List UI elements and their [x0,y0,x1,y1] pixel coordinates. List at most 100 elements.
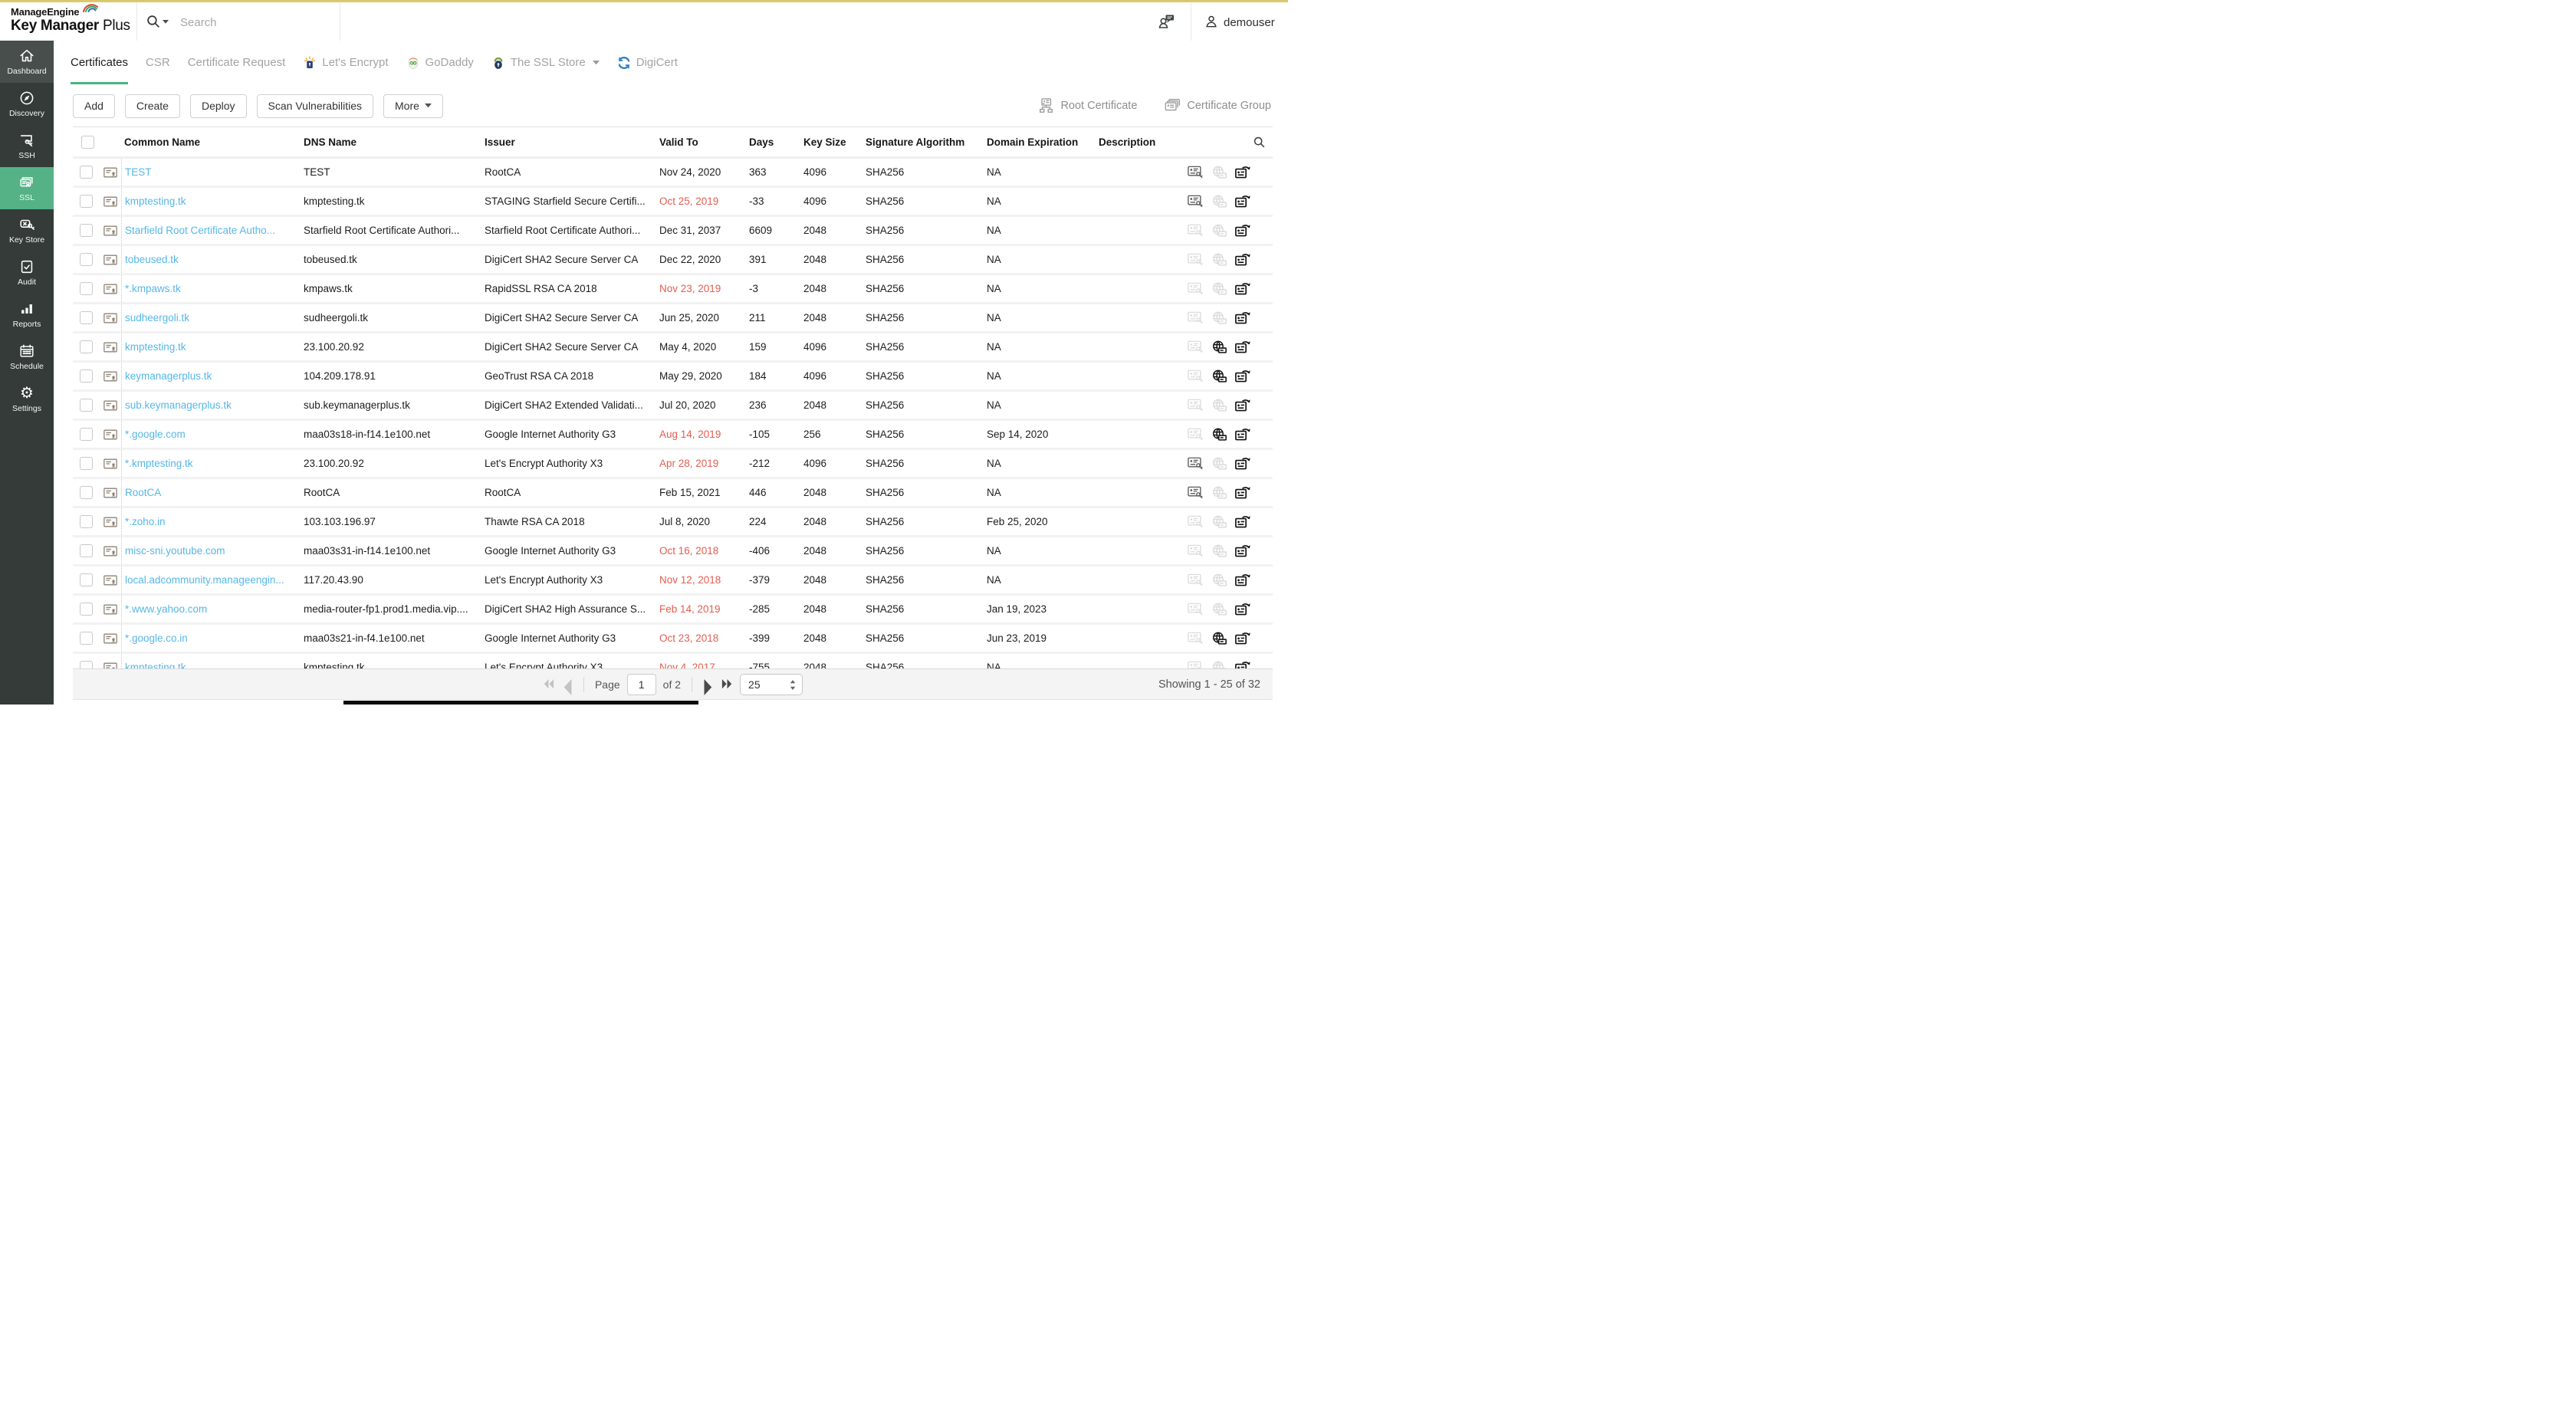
last-page-icon[interactable] [721,679,733,689]
renew-certificate-icon[interactable] [1235,515,1251,529]
sidebar-item-ssh[interactable]: SSH [0,125,54,167]
row-checkbox[interactable] [80,603,93,616]
renew-certificate-icon[interactable] [1235,369,1251,383]
sidebar-item-ssl[interactable]: SSL [0,167,54,209]
renew-certificate-icon[interactable] [1235,486,1251,500]
row-checkbox[interactable] [80,311,93,324]
tab-digicert[interactable]: DigiCert [617,41,678,84]
common-name-link[interactable]: sub.keymanagerplus.tk [121,392,301,419]
renew-certificate-icon[interactable] [1235,195,1251,209]
tab-let-s-encrypt[interactable]: Let's Encrypt [303,41,388,84]
row-checkbox[interactable] [80,253,93,266]
export-private-key-icon[interactable] [1188,661,1204,669]
row-checkbox[interactable] [80,282,93,295]
create-button[interactable]: Create [125,94,180,118]
export-private-key-icon[interactable] [1188,369,1204,383]
renew-certificate-icon[interactable] [1235,428,1251,442]
table-row[interactable]: *.google.co.in maa03s21-in-f4.1e100.net … [73,625,1273,654]
export-private-key-icon[interactable] [1188,486,1204,500]
renew-certificate-icon[interactable] [1235,632,1251,645]
more-button[interactable]: More [383,94,443,118]
export-private-key-icon[interactable] [1188,573,1204,587]
renew-certificate-icon[interactable] [1235,166,1251,179]
export-private-key-icon[interactable] [1188,195,1204,209]
table-row[interactable]: *.google.com maa03s18-in-f14.1e100.net G… [73,421,1273,450]
deploy-certificate-icon[interactable] [1211,224,1227,238]
export-private-key-icon[interactable] [1188,457,1204,471]
tab-godaddy[interactable]: GoDaddy [406,41,474,84]
row-checkbox[interactable] [80,224,93,237]
sidebar-item-schedule[interactable]: Schedule [0,336,54,378]
table-row[interactable]: *.kmptesting.tk 23.100.20.92 Let's Encry… [73,450,1273,479]
row-checkbox[interactable] [80,661,93,668]
table-search-icon[interactable] [1252,135,1267,149]
common-name-link[interactable]: kmptesting.tk [121,654,301,668]
col-valid-to[interactable]: Valid To [656,127,746,156]
deploy-certificate-icon[interactable] [1211,399,1227,412]
col-signature-algorithm[interactable]: Signature Algorithm [863,127,984,156]
sidebar-item-reports[interactable]: Reports [0,294,54,336]
search-input[interactable] [179,11,412,33]
deploy-certificate-icon[interactable] [1211,195,1227,209]
deploy-certificate-icon[interactable] [1211,544,1227,558]
export-private-key-icon[interactable] [1188,544,1204,558]
row-checkbox[interactable] [80,544,93,557]
table-row[interactable]: kmptesting.tk kmptesting.tk Let's Encryp… [73,654,1273,668]
renew-certificate-icon[interactable] [1235,661,1251,669]
common-name-link[interactable]: *.kmpaws.tk [121,275,301,302]
deploy-certificate-icon[interactable] [1211,282,1227,296]
common-name-link[interactable]: *.google.co.in [121,625,301,652]
export-private-key-icon[interactable] [1188,311,1204,325]
table-row[interactable]: Starfield Root Certificate Autho... Star… [73,217,1273,246]
renew-certificate-icon[interactable] [1235,224,1251,238]
renew-certificate-icon[interactable] [1235,340,1251,354]
deploy-certificate-icon[interactable] [1211,428,1227,442]
search-icon[interactable] [145,13,162,30]
select-all-checkbox[interactable] [81,136,94,149]
row-checkbox[interactable] [80,428,93,441]
certificate-group-link[interactable]: Certificate Group [1165,98,1271,113]
col-key-size[interactable]: Key Size [800,127,863,156]
page-number-input[interactable] [627,674,656,695]
deploy-certificate-icon[interactable] [1211,603,1227,616]
common-name-link[interactable]: local.adcommunity.manageengin... [121,567,301,593]
col-description[interactable]: Description [1096,127,1184,156]
common-name-link[interactable]: *.google.com [121,421,301,448]
row-checkbox[interactable] [80,573,93,586]
export-private-key-icon[interactable] [1188,515,1204,529]
row-checkbox[interactable] [80,486,93,499]
common-name-link[interactable]: misc-sni.youtube.com [121,537,301,564]
export-private-key-icon[interactable] [1188,603,1204,616]
add-button[interactable]: Add [73,94,115,118]
table-row[interactable]: kmptesting.tk kmptesting.tk STAGING Star… [73,188,1273,217]
export-private-key-icon[interactable] [1188,253,1204,267]
export-private-key-icon[interactable] [1188,399,1204,412]
sidebar-item-discovery[interactable]: Discovery [0,83,54,125]
renew-certificate-icon[interactable] [1235,603,1251,616]
export-private-key-icon[interactable] [1188,224,1204,238]
export-private-key-icon[interactable] [1188,632,1204,645]
common-name-link[interactable]: *.kmptesting.tk [121,450,301,477]
first-page-icon[interactable] [543,679,554,689]
table-row[interactable]: kmptesting.tk 23.100.20.92 DigiCert SHA2… [73,333,1273,363]
search-scope-caret-icon[interactable] [163,20,169,24]
row-checkbox[interactable] [80,515,93,528]
common-name-link[interactable]: kmptesting.tk [121,188,301,215]
row-checkbox[interactable] [80,340,93,353]
row-checkbox[interactable] [80,399,93,412]
common-name-link[interactable]: tobeused.tk [121,246,301,273]
root-certificate-link[interactable]: Root Certificate [1038,98,1137,113]
table-row[interactable]: sudheergoli.tk sudheergoli.tk DigiCert S… [73,304,1273,333]
deploy-certificate-icon[interactable] [1211,457,1227,471]
export-private-key-icon[interactable] [1188,166,1204,179]
deploy-button[interactable]: Deploy [190,94,247,118]
sidebar-item-key-store[interactable]: Key Store [0,209,54,251]
deploy-certificate-icon[interactable] [1211,632,1227,645]
tab-csr[interactable]: CSR [146,41,170,84]
row-checkbox[interactable] [80,166,93,179]
col-domain-expiration[interactable]: Domain Expiration [984,127,1096,156]
scan-vulnerabilities-button[interactable]: Scan Vulnerabilities [257,94,373,118]
col-days[interactable]: Days [746,127,800,156]
common-name-link[interactable]: sudheergoli.tk [121,304,301,331]
common-name-link[interactable]: keymanagerplus.tk [121,363,301,389]
